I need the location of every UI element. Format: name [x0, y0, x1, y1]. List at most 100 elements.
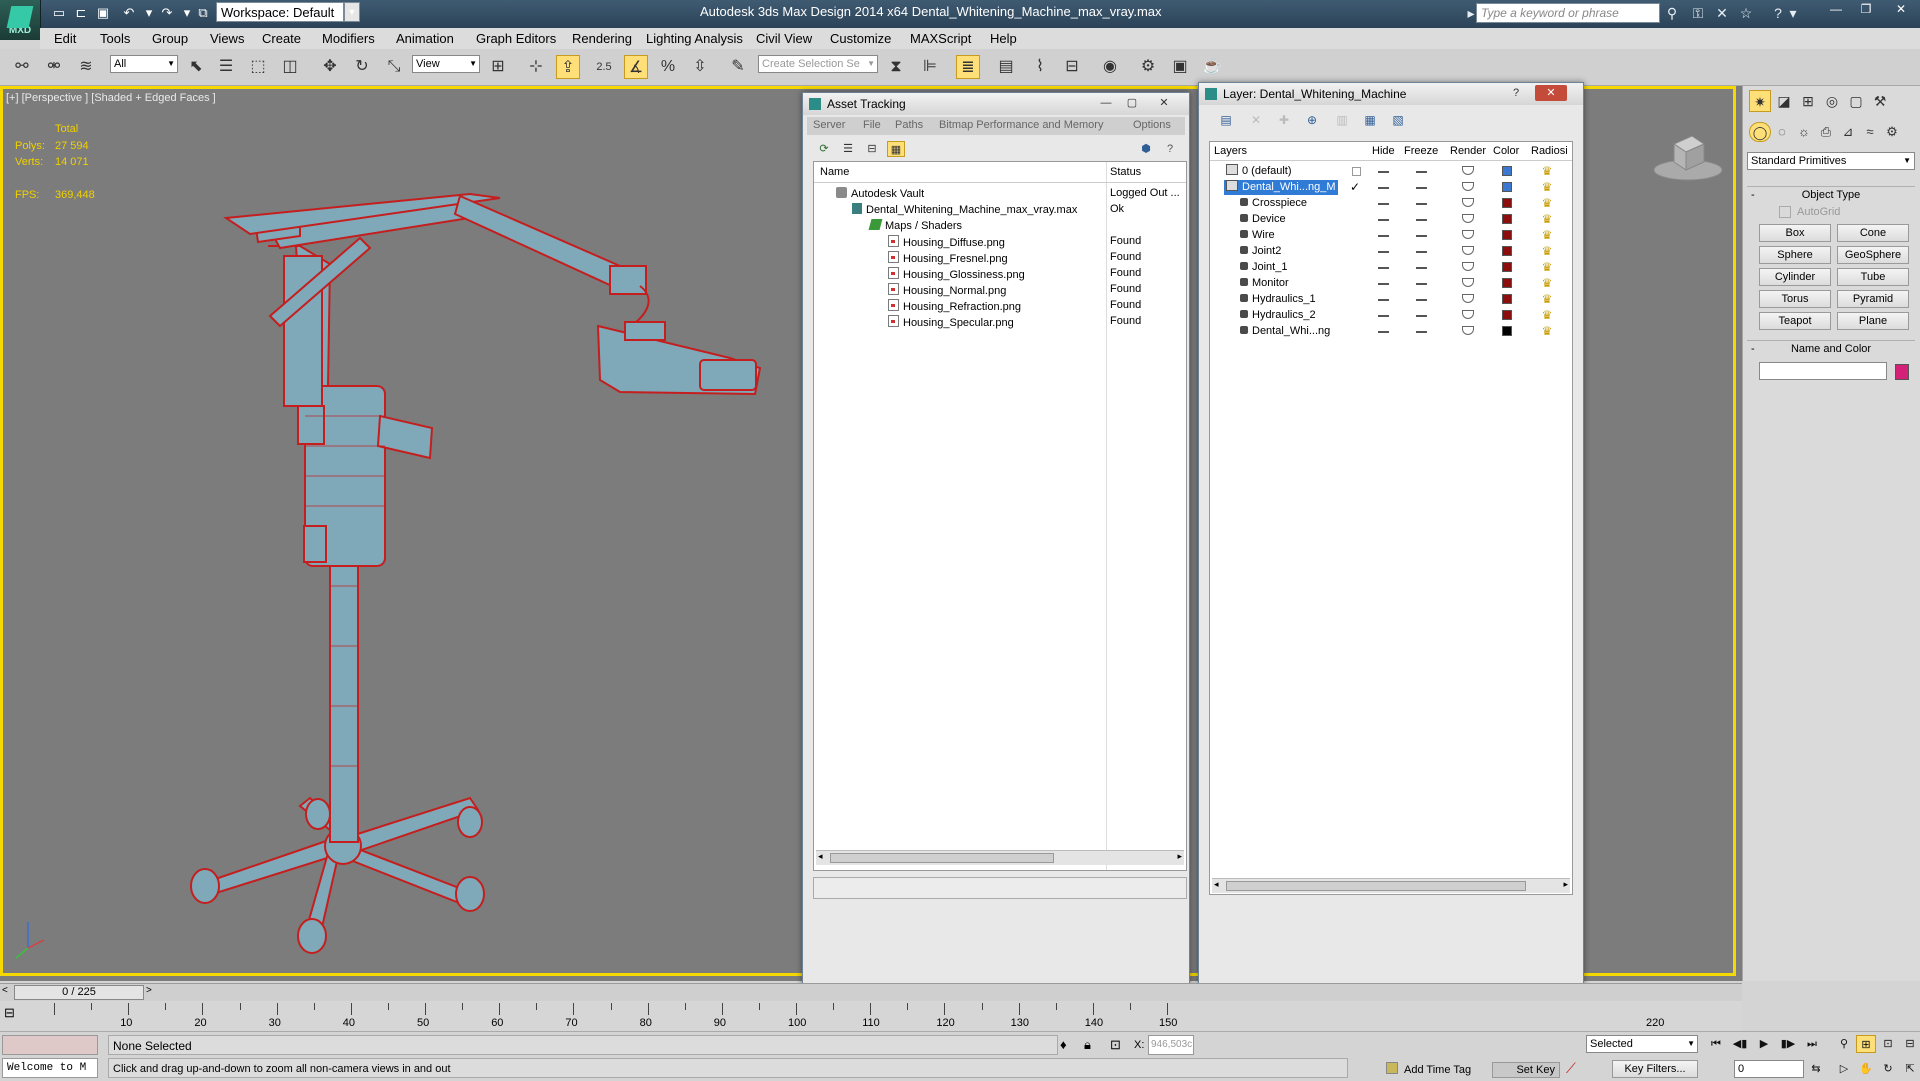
freeze-toggle[interactable]	[1416, 299, 1427, 301]
window-crossing-icon[interactable]: ◫	[278, 55, 302, 79]
layer-object-row[interactable]: Joint_1 ♛	[1210, 260, 1572, 276]
edit-named-selection-icon[interactable]: ✎	[726, 55, 750, 79]
freeze-toggle[interactable]	[1416, 331, 1427, 333]
menu-help[interactable]: Help	[990, 31, 1017, 46]
layer-name[interactable]: Hydraulics_2	[1238, 308, 1318, 323]
select-and-link-icon[interactable]: ⚯	[10, 55, 34, 79]
asset-horizontal-scrollbar[interactable]: ◂ ▸	[816, 850, 1184, 865]
radiosity-icon[interactable]: ♛	[1540, 165, 1554, 178]
absolute-mode-icon[interactable]: ⊡	[1110, 1037, 1121, 1053]
layer-name[interactable]: 0 (default)	[1224, 164, 1294, 179]
freeze-toggle[interactable]	[1416, 267, 1427, 269]
menu-rendering[interactable]: Rendering	[572, 31, 632, 46]
align-icon[interactable]: ⊫	[918, 55, 942, 79]
create-layer-icon[interactable]: ▤	[1217, 111, 1235, 129]
layer-name[interactable]: Dental_Whi...ng_M	[1224, 180, 1338, 195]
cone-button[interactable]: Cone	[1837, 224, 1909, 242]
layer-manager-icon[interactable]: ≣	[956, 55, 980, 79]
table-view-icon[interactable]: ▦	[887, 141, 905, 157]
zoom-icon[interactable]: ⚲	[1834, 1035, 1854, 1053]
help-icon[interactable]: ?	[1505, 85, 1527, 101]
rectangular-selection-icon[interactable]: ⬚	[246, 55, 270, 79]
render-teapot-icon[interactable]	[1462, 326, 1474, 335]
scroll-right-icon[interactable]: ▸	[1563, 879, 1568, 890]
layer-list[interactable]: Layers Hide Freeze Render Color Radiosi …	[1209, 141, 1573, 895]
render-teapot-icon[interactable]	[1462, 246, 1474, 255]
workspace-dropdown-icon[interactable]: ▼	[344, 2, 360, 22]
menu-tools[interactable]: Tools	[100, 31, 130, 46]
render-teapot-icon[interactable]	[1462, 278, 1474, 287]
set-key-button[interactable]: Set Key	[1492, 1062, 1560, 1078]
angle-snap-icon[interactable]: ∡	[624, 55, 648, 79]
pivot-center-icon[interactable]: ⊞	[486, 55, 510, 79]
teapot-button[interactable]: Teapot	[1759, 312, 1831, 330]
pan-view-icon[interactable]: ✋	[1856, 1060, 1876, 1078]
radiosity-icon[interactable]: ♛	[1540, 325, 1554, 338]
snaps-toggle-icon[interactable]: 2.5	[592, 55, 616, 79]
freeze-toggle[interactable]	[1416, 203, 1427, 205]
sphere-button[interactable]: Sphere	[1759, 246, 1831, 264]
key-mode-toggle-icon[interactable]: ⇆	[1806, 1060, 1826, 1078]
asset-row[interactable]: Maps / Shaders	[814, 218, 1186, 234]
menu-edit[interactable]: Edit	[54, 31, 76, 46]
lights-icon[interactable]: ☼	[1793, 122, 1815, 142]
hide-all-layers-icon[interactable]: ▦	[1361, 111, 1379, 129]
layer-color-swatch[interactable]	[1502, 262, 1512, 272]
dental-machine-model[interactable]	[0, 86, 800, 976]
cameras-icon[interactable]: ⎙	[1815, 122, 1837, 142]
layer-object-row[interactable]: Monitor ♛	[1210, 276, 1572, 292]
time-next-icon[interactable]: >	[146, 985, 152, 996]
scroll-right-icon[interactable]: ▸	[1177, 851, 1182, 862]
search-input[interactable]: Type a keyword or phrase	[1476, 3, 1660, 23]
bind-space-warp-icon[interactable]: ≋	[74, 55, 98, 79]
layer-color-swatch[interactable]	[1502, 294, 1512, 304]
radiosity-icon[interactable]: ♛	[1540, 309, 1554, 322]
layer-object-row[interactable]: Device ♛	[1210, 212, 1572, 228]
current-layer-checkbox[interactable]	[1352, 167, 1361, 176]
go-to-start-icon[interactable]: ⏮	[1706, 1035, 1726, 1053]
spacewarps-icon[interactable]: ≈	[1859, 122, 1881, 142]
asset-menu-bitmap-performance[interactable]: Bitmap Performance and Memory	[939, 119, 1103, 131]
undo-icon[interactable]: ↶	[120, 4, 138, 22]
hide-toggle[interactable]	[1378, 171, 1389, 173]
layer-color-swatch[interactable]	[1502, 182, 1512, 192]
play-icon[interactable]: ▶	[1754, 1035, 1774, 1053]
render-teapot-icon[interactable]	[1462, 214, 1474, 223]
hide-toggle[interactable]	[1378, 315, 1389, 317]
selection-lock-icon[interactable]: 🔒︎	[1084, 1037, 1091, 1053]
freeze-toggle[interactable]	[1416, 187, 1427, 189]
add-selected-icon[interactable]: ✚	[1275, 111, 1293, 129]
hide-toggle[interactable]	[1378, 331, 1389, 333]
layer-row[interactable]: Dental_Whi...ng_M ✓ ♛	[1210, 180, 1572, 196]
asset-path-field[interactable]	[813, 877, 1187, 899]
add-time-tag-label[interactable]: Add Time Tag	[1404, 1064, 1471, 1076]
torus-button[interactable]: Torus	[1759, 290, 1831, 308]
tube-button[interactable]: Tube	[1837, 268, 1909, 286]
autogrid-checkbox[interactable]: AutoGrid	[1779, 206, 1840, 219]
close-icon[interactable]: ✕	[1535, 85, 1567, 101]
coord-x-field[interactable]: 946,503c	[1148, 1035, 1194, 1055]
column-header-layers[interactable]: Layers	[1214, 145, 1247, 157]
object-color-swatch[interactable]	[1895, 364, 1909, 380]
systems-icon[interactable]: ⚙	[1881, 122, 1903, 142]
schematic-view-icon[interactable]: ⊟	[1060, 55, 1084, 79]
column-header-status[interactable]: Status	[1110, 166, 1141, 178]
hide-toggle[interactable]	[1378, 203, 1389, 205]
shapes-icon[interactable]: ◌	[1771, 122, 1793, 142]
zoom-extents-icon[interactable]: ⊡	[1878, 1035, 1898, 1053]
maxscript-mini-listener[interactable]	[2, 1035, 98, 1055]
current-frame-input[interactable]: 0	[1734, 1060, 1804, 1078]
display-tab-icon[interactable]: ▢	[1845, 90, 1867, 112]
menu-civil-view[interactable]: Civil View	[756, 31, 812, 46]
asset-row[interactable]: Dental_Whitening_Machine_max_vray.max Ok	[814, 202, 1186, 218]
radiosity-icon[interactable]: ♛	[1540, 261, 1554, 274]
refresh-icon[interactable]: ⟳	[815, 141, 833, 157]
render-teapot-icon[interactable]	[1462, 198, 1474, 207]
name-and-color-rollout[interactable]: - Name and Color	[1747, 340, 1915, 357]
keyboard-shortcut-override-icon[interactable]: ⇪	[556, 55, 580, 79]
vault-login-icon[interactable]: ⬢	[1137, 141, 1155, 157]
favorites-star-icon[interactable]: ☆	[1736, 4, 1756, 22]
hide-toggle[interactable]	[1378, 267, 1389, 269]
restore-icon[interactable]: ❐	[1852, 0, 1880, 20]
layer-row[interactable]: 0 (default) ♛	[1210, 164, 1572, 180]
